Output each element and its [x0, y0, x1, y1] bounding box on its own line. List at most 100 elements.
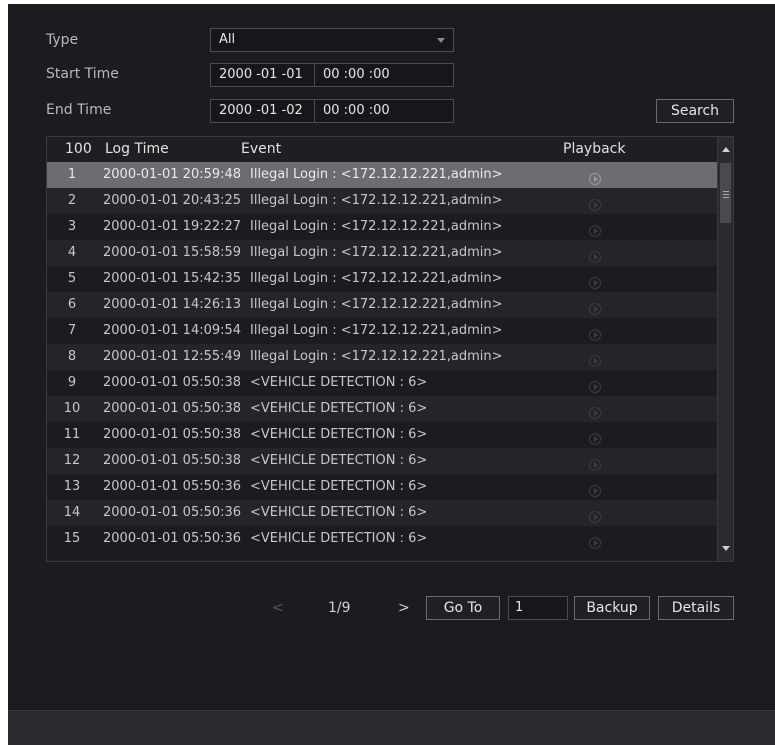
row-log-time: 2000-01-01 12:55:49 [103, 349, 242, 364]
table-row[interactable]: 7 2000-01-01 14:09:54 Illegal Login : <172… [47, 318, 717, 344]
log-search-panel: Type All Start Time 2000 -01 -01 00 :00 … [8, 4, 775, 745]
table-row[interactable]: 1 2000-01-01 20:59:48 Illegal Login : <172… [47, 162, 717, 188]
play-circle-icon [589, 537, 601, 549]
table-row[interactable]: 5 2000-01-01 15:42:35 Illegal Login : <172… [47, 266, 717, 292]
playback-button[interactable] [587, 402, 607, 419]
table-row[interactable]: 11 2000-01-01 05:50:38 <VEHICLE DETECTION … [47, 422, 717, 448]
start-time-field[interactable]: 2000 -01 -01 00 :00 :00 [210, 63, 454, 87]
row-event: <VEHICLE DETECTION : 6> [250, 401, 428, 416]
start-time-value[interactable]: 00 :00 :00 [315, 64, 390, 86]
play-circle-icon [589, 511, 601, 523]
page-indicator: 1/9 [328, 600, 351, 616]
search-button[interactable]: Search [656, 99, 734, 123]
playback-button[interactable] [587, 324, 607, 341]
header-log-time: Log Time [105, 141, 169, 157]
play-circle-icon [589, 407, 601, 419]
play-circle-icon [589, 485, 601, 497]
play-circle-icon [589, 459, 601, 471]
next-page-button[interactable]: > [398, 600, 410, 616]
row-number: 4 [67, 245, 77, 260]
play-circle-icon [589, 251, 601, 263]
playback-button[interactable] [587, 350, 607, 367]
header-event: Event [241, 141, 282, 157]
end-time-value[interactable]: 00 :00 :00 [315, 100, 390, 122]
row-event: Illegal Login : <172.12.12.221,admin> [250, 297, 503, 312]
start-date-value[interactable]: 2000 -01 -01 [211, 64, 315, 86]
row-log-time: 2000-01-01 05:50:36 [103, 479, 242, 494]
row-number: 2 [67, 193, 77, 208]
row-log-time: 2000-01-01 05:50:38 [103, 427, 242, 442]
playback-button[interactable] [587, 480, 607, 497]
row-log-time: 2000-01-01 20:43:25 [103, 193, 242, 208]
play-circle-icon [589, 225, 601, 237]
row-number: 1 [67, 167, 77, 182]
table-row[interactable]: 8 2000-01-01 12:55:49 Illegal Login : <172… [47, 344, 717, 370]
table-row[interactable]: 3 2000-01-01 19:22:27 Illegal Login : <172… [47, 214, 717, 240]
row-event: <VEHICLE DETECTION : 6> [250, 531, 428, 546]
row-number: 13 [63, 479, 81, 494]
row-number: 10 [63, 401, 81, 416]
playback-button[interactable] [587, 506, 607, 523]
row-log-time: 2000-01-01 19:22:27 [103, 219, 242, 234]
scrollbar-thumb[interactable] [720, 163, 731, 223]
row-number: 8 [67, 349, 77, 364]
row-log-time: 2000-01-01 05:50:38 [103, 401, 242, 416]
table-row[interactable]: 2 2000-01-01 20:43:25 Illegal Login : <172… [47, 188, 717, 214]
table-body: 1 2000-01-01 20:59:48 Illegal Login : <172… [47, 162, 717, 552]
arrow-up-icon[interactable] [722, 147, 730, 152]
playback-button[interactable] [587, 220, 607, 237]
playback-button[interactable] [587, 428, 607, 445]
type-select[interactable]: All [210, 28, 454, 52]
row-number: 6 [67, 297, 77, 312]
play-circle-icon [589, 329, 601, 341]
backup-button[interactable]: Backup [574, 596, 650, 620]
row-number: 9 [67, 375, 77, 390]
row-number: 14 [63, 505, 81, 520]
playback-button[interactable] [587, 454, 607, 471]
playback-button[interactable] [587, 272, 607, 289]
row-number: 11 [63, 427, 81, 442]
table-row[interactable]: 12 2000-01-01 05:50:38 <VEHICLE DETECTION … [47, 448, 717, 474]
playback-button[interactable] [587, 532, 607, 549]
row-event: Illegal Login : <172.12.12.221,admin> [250, 167, 503, 182]
playback-button[interactable] [587, 246, 607, 263]
type-select-value: All [219, 32, 236, 47]
table-row[interactable]: 6 2000-01-01 14:26:13 Illegal Login : <172… [47, 292, 717, 318]
chevron-down-icon [437, 38, 445, 43]
playback-button[interactable] [587, 194, 607, 211]
row-number: 15 [63, 531, 81, 546]
table-row[interactable]: 13 2000-01-01 05:50:36 <VEHICLE DETECTION … [47, 474, 717, 500]
playback-button[interactable] [587, 168, 607, 185]
playback-button[interactable] [587, 298, 607, 315]
row-event: <VEHICLE DETECTION : 6> [250, 375, 428, 390]
row-event: Illegal Login : <172.12.12.221,admin> [250, 245, 503, 260]
table-scrollbar[interactable] [717, 137, 733, 561]
table-row[interactable]: 15 2000-01-01 05:50:36 <VEHICLE DETECTION … [47, 526, 717, 552]
end-date-value[interactable]: 2000 -01 -02 [211, 100, 315, 122]
row-event: Illegal Login : <172.12.12.221,admin> [250, 349, 503, 364]
header-count: 100 [65, 141, 92, 157]
row-number: 12 [63, 453, 81, 468]
play-circle-icon [589, 303, 601, 315]
arrow-down-icon[interactable] [722, 546, 730, 551]
playback-button[interactable] [587, 376, 607, 393]
row-event: Illegal Login : <172.12.12.221,admin> [250, 193, 503, 208]
row-log-time: 2000-01-01 15:58:59 [103, 245, 242, 260]
table-row[interactable]: 14 2000-01-01 05:50:36 <VEHICLE DETECTION … [47, 500, 717, 526]
end-time-label: End Time [46, 102, 112, 118]
play-circle-icon [589, 199, 601, 211]
row-log-time: 2000-01-01 20:59:48 [103, 167, 242, 182]
type-label: Type [46, 32, 79, 48]
row-event: Illegal Login : <172.12.12.221,admin> [250, 323, 503, 338]
go-to-button[interactable]: Go To [426, 596, 500, 620]
page-number-input[interactable]: 1 [508, 596, 568, 620]
table-row[interactable]: 4 2000-01-01 15:58:59 Illegal Login : <172… [47, 240, 717, 266]
row-event: <VEHICLE DETECTION : 6> [250, 505, 428, 520]
table-row[interactable]: 9 2000-01-01 05:50:38 <VEHICLE DETECTION :… [47, 370, 717, 396]
prev-page-button[interactable]: < [272, 600, 284, 616]
grip-icon [723, 191, 729, 198]
table-row[interactable]: 10 2000-01-01 05:50:38 <VEHICLE DETECTION … [47, 396, 717, 422]
details-button[interactable]: Details [658, 596, 734, 620]
end-time-field[interactable]: 2000 -01 -02 00 :00 :00 [210, 99, 454, 123]
row-number: 5 [67, 271, 77, 286]
